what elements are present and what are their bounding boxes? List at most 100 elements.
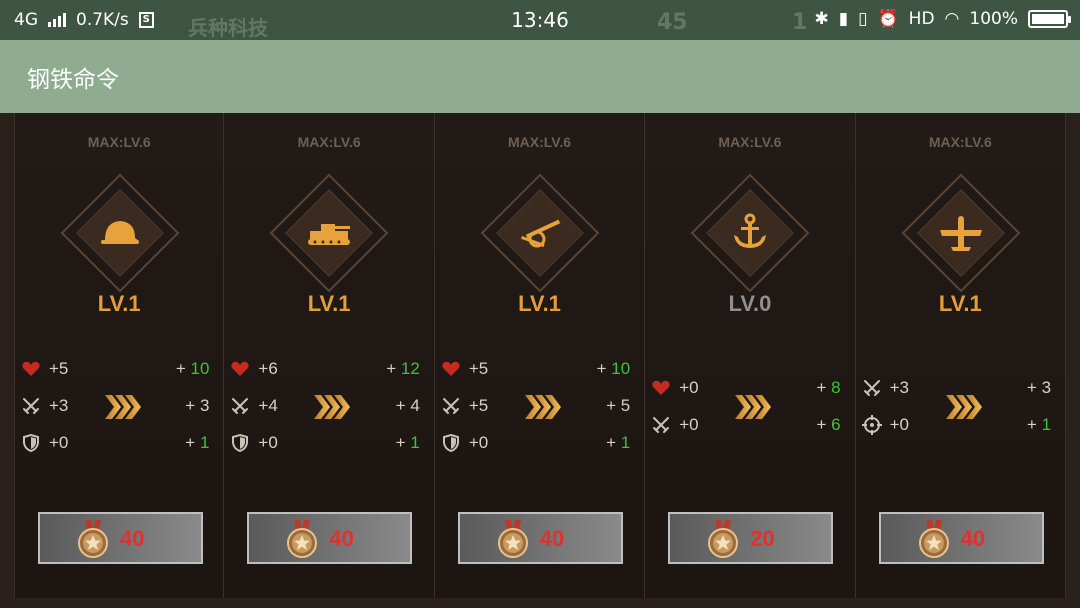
upgrade-arrows-icon <box>944 392 984 422</box>
stat-next: + 10 <box>175 359 210 378</box>
stat-current: +3 <box>49 396 69 415</box>
battery-icon <box>1028 10 1071 28</box>
crossed-swords-icon <box>862 378 882 398</box>
max-level-label: MAX:LV.6 <box>928 134 992 150</box>
shield-icon <box>21 433 41 453</box>
upgrade-arrows-icon <box>523 392 563 422</box>
network-speed: 0.7K/s <box>76 10 129 30</box>
stat-next: + 1 <box>606 433 631 452</box>
status-bar: 兵种科技 45 1 4G 0.7K/s S 13:46 ✱ ▮ ▯ ⏰ HD ◠… <box>0 0 1080 40</box>
unit-emblem[interactable] <box>60 173 180 293</box>
stat-current: +0 <box>468 433 489 452</box>
unit-emblem[interactable] <box>270 173 389 293</box>
airplane-icon <box>936 208 986 258</box>
stat-next: + 5 <box>606 396 631 415</box>
stat-row: +6 + 12 <box>224 351 433 388</box>
stat-row: +0 + 1 <box>15 425 223 462</box>
upgrade-cost: 40 <box>539 526 565 551</box>
battery-saver-icon: ▮ <box>838 9 849 29</box>
crosshair-icon <box>861 415 882 435</box>
medal-icon <box>706 520 740 558</box>
upgrade-button[interactable]: 40 <box>247 512 413 564</box>
stat-row: +5 + 10 <box>435 351 644 388</box>
unit-card: MAX:LV.6 LV.0 +0 + 8 +0 + 6 20 <box>645 113 856 598</box>
medal-icon <box>917 520 951 558</box>
upgrade-button[interactable]: 40 <box>878 512 1044 564</box>
unit-emblem[interactable] <box>690 173 810 293</box>
upgrade-cost: 40 <box>960 526 986 551</box>
level-label: LV.0 <box>728 291 772 316</box>
background-header-title: 兵种科技 <box>188 16 268 40</box>
stat-next: + 12 <box>386 359 420 378</box>
crossed-swords-icon <box>651 415 671 435</box>
bluetooth-icon: ✱ <box>814 9 829 29</box>
signal-icon <box>48 13 66 27</box>
vibrate-icon: ▯ <box>858 9 868 29</box>
stat-row: +5 + 10 <box>15 351 223 388</box>
upgrade-arrows-icon <box>103 392 143 422</box>
max-level-label: MAX:LV.6 <box>718 134 782 150</box>
unit-emblem[interactable] <box>480 173 600 293</box>
level-label: LV.1 <box>518 291 561 316</box>
alarm-icon: ⏰ <box>877 9 899 29</box>
max-level-label: MAX:LV.6 <box>297 134 361 150</box>
background-count-2: 1 <box>792 10 808 35</box>
stat-current: +0 <box>258 433 278 452</box>
upgrade-arrows-icon <box>312 392 352 422</box>
stat-current: +0 <box>49 433 69 452</box>
wifi-icon: ◠ <box>944 9 960 29</box>
level-label: LV.1 <box>938 291 982 316</box>
stat-current: +5 <box>49 359 69 378</box>
max-level-label: MAX:LV.6 <box>87 134 151 150</box>
stat-current: +0 <box>889 415 910 434</box>
upgrade-button[interactable]: 20 <box>668 512 834 564</box>
stat-row: +0 + 1 <box>435 425 644 462</box>
stat-current: +5 <box>468 359 489 378</box>
medal-icon <box>496 520 530 558</box>
unit-emblem[interactable] <box>901 173 1021 293</box>
stat-next: + 6 <box>816 415 841 434</box>
heart-icon <box>21 359 41 379</box>
stat-current: +0 <box>679 378 699 397</box>
medal-icon <box>285 520 319 558</box>
background-count-1: 45 <box>657 10 688 35</box>
stat-current: +3 <box>889 378 910 397</box>
upgrade-button[interactable]: 40 <box>38 512 203 564</box>
unit-card: MAX:LV.6 LV.1 +5 + 10 +5 + 5 +0 + 1 40 <box>434 113 646 598</box>
unit-upgrade-list: MAX:LV.6 LV.1 +5 + 10 +3 + 3 +0 + 1 40 M… <box>14 113 1067 598</box>
level-label: LV.1 <box>97 291 141 316</box>
unit-card: MAX:LV.6 LV.1 +3 + 3 +0 + 1 40 <box>855 113 1067 598</box>
heart-icon <box>230 359 250 379</box>
level-label: LV.1 <box>307 291 351 316</box>
stat-current: +4 <box>258 396 278 415</box>
sim-icon: S <box>138 12 154 28</box>
crossed-swords-icon <box>230 396 250 416</box>
upgrade-button[interactable]: 40 <box>457 512 623 564</box>
stat-next: + 4 <box>395 396 420 415</box>
upgrade-arrows-icon <box>733 392 773 422</box>
crossed-swords-icon <box>441 396 461 416</box>
stat-next: + 1 <box>395 433 420 452</box>
stat-next: + 3 <box>1026 378 1052 397</box>
upgrade-cost: 40 <box>329 526 354 551</box>
app-bar: 钢铁命令 <box>0 40 1080 113</box>
unit-card: MAX:LV.6 LV.1 +6 + 12 +4 + 4 +0 + 1 40 <box>224 113 435 598</box>
crossed-swords-icon <box>21 396 41 416</box>
tank-icon <box>304 208 354 258</box>
stat-current: +0 <box>679 415 699 434</box>
stat-next: + 8 <box>816 378 841 397</box>
app-title: 钢铁命令 <box>27 67 119 93</box>
hd-label: HD <box>908 9 935 29</box>
stat-next: + 10 <box>596 359 631 378</box>
clock: 13:46 <box>511 8 569 32</box>
max-level-label: MAX:LV.6 <box>508 134 572 150</box>
network-type: 4G <box>14 10 38 30</box>
medal-icon <box>76 520 110 558</box>
unit-card: MAX:LV.6 LV.1 +5 + 10 +3 + 3 +0 + 1 40 <box>14 113 225 598</box>
stat-current: +6 <box>258 359 278 378</box>
stat-current: +5 <box>468 396 489 415</box>
upgrade-cost: 20 <box>750 526 775 551</box>
battery-percent: 100% <box>969 9 1018 29</box>
artillery-icon <box>515 208 565 258</box>
heart-icon <box>651 378 671 398</box>
